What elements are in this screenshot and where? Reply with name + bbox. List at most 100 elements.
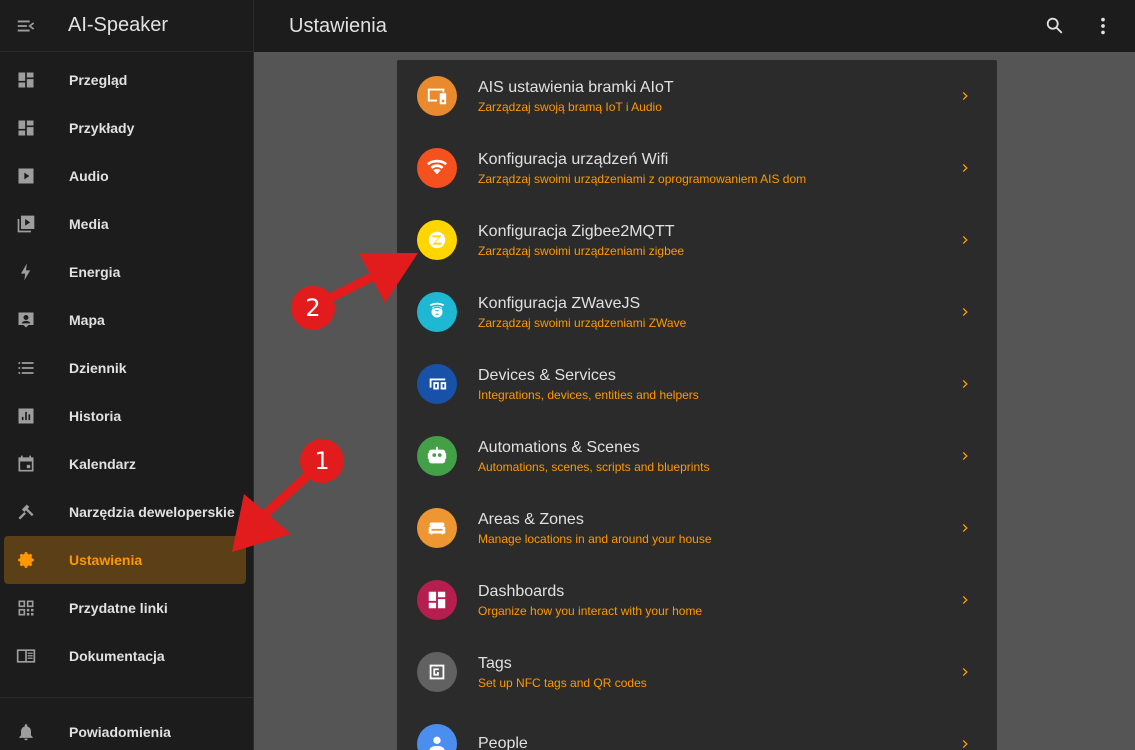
sidebar-item-energia[interactable]: Energia — [4, 248, 246, 296]
settings-item-areas[interactable]: Areas & Zones Manage locations in and ar… — [397, 492, 997, 564]
topbar-actions — [1037, 8, 1121, 44]
hammer-icon — [4, 502, 48, 522]
sidebar-item-mapa[interactable]: Mapa — [4, 296, 246, 344]
chevron-right-icon — [962, 380, 968, 388]
settings-item-subtitle: Integrations, devices, entities and help… — [478, 387, 699, 402]
sidebar-item-powiadomienia[interactable]: Powiadomienia — [4, 708, 246, 750]
top-app-bar: Ustawienia — [254, 0, 1135, 52]
annotation-marker-1: 1 — [300, 439, 344, 483]
gear-icon — [4, 550, 48, 570]
sidebar-item-label: Przegląd — [69, 72, 128, 88]
settings-item-subtitle: Manage locations in and around your hous… — [478, 531, 712, 546]
zigbee-icon — [417, 220, 457, 260]
calendar-icon — [4, 454, 48, 474]
sidebar-item-historia[interactable]: Historia — [4, 392, 246, 440]
chart-box-icon — [4, 406, 48, 426]
settings-item-title: Konfiguracja urządzeń Wifi — [478, 150, 669, 168]
page-title: Ustawienia — [289, 14, 387, 37]
nfc-icon — [417, 652, 457, 692]
search-button[interactable] — [1037, 8, 1073, 44]
menu-collapse-icon — [17, 20, 35, 31]
search-icon — [1046, 17, 1063, 34]
sidebar-item-label: Audio — [69, 168, 109, 184]
sidebar-item-label: Dziennik — [69, 360, 127, 376]
sidebar-item-label: Narzędzia deweloperskie — [69, 504, 235, 520]
bell-icon — [4, 722, 48, 742]
settings-item-wifi[interactable]: Konfiguracja urządzeń Wifi Zarządzaj swo… — [397, 132, 997, 204]
settings-item-devices[interactable]: Devices & Services Integrations, devices… — [397, 348, 997, 420]
chevron-right-icon — [962, 524, 968, 532]
chevron-right-icon — [962, 596, 968, 604]
settings-item-title: People — [478, 734, 528, 750]
sidebar-item-label: Ustawienia — [69, 552, 143, 568]
sidebar-item-label: Mapa — [69, 312, 105, 328]
person-icon — [417, 724, 457, 750]
settings-item-subtitle: Organize how you interact with your home — [478, 603, 703, 618]
dashboard-icon — [4, 70, 48, 90]
qr-code-icon — [4, 598, 48, 618]
settings-item-title: Konfiguracja ZWaveJS — [478, 294, 641, 312]
settings-item-aiot[interactable]: AIS ustawienia bramki AIoT Zarządzaj swo… — [397, 60, 997, 132]
settings-item-zigbee[interactable]: Konfiguracja Zigbee2MQTT Zarządzaj swoim… — [397, 204, 997, 276]
chevron-right-icon — [962, 452, 968, 460]
dots-vertical-icon — [1101, 17, 1105, 35]
sidebar-item-label: Historia — [69, 408, 122, 424]
sidebar-item-label: Przydatne linki — [69, 600, 168, 616]
lightning-icon — [4, 262, 48, 282]
sidebar-item-label: Energia — [69, 264, 121, 280]
zwave-icon — [417, 292, 457, 332]
settings-item-subtitle: Set up NFC tags and QR codes — [478, 675, 647, 690]
sidebar-item-narzedzia[interactable]: Narzędzia deweloperskie — [4, 488, 246, 536]
play-box-icon — [4, 166, 48, 186]
devices-icon — [417, 364, 457, 404]
overflow-menu-button[interactable] — [1085, 8, 1121, 44]
chevron-right-icon — [962, 164, 968, 172]
wifi-icon — [417, 148, 457, 188]
settings-item-zwave[interactable]: Konfiguracja ZWaveJS Zarządzaj swoimi ur… — [397, 276, 997, 348]
settings-item-title: Tags — [478, 654, 512, 672]
settings-item-subtitle: Zarządzaj swoimi urządzeniami zigbee — [478, 243, 685, 258]
sidebar-item-label: Dokumentacja — [69, 648, 165, 664]
settings-item-title: Automations & Scenes — [478, 438, 640, 456]
book-icon — [4, 646, 48, 666]
sidebar-item-ustawienia[interactable]: Ustawienia — [4, 536, 246, 584]
settings-item-title: Areas & Zones — [478, 510, 584, 528]
map-person-icon — [4, 310, 48, 330]
sidebar-nav: Przegląd Przykłady Audio Media Energia M… — [0, 52, 253, 680]
chevron-right-icon — [962, 308, 968, 316]
settings-item-people[interactable]: People — [397, 708, 997, 750]
settings-item-title: AIS ustawienia bramki AIoT — [478, 78, 674, 96]
robot-icon — [417, 436, 457, 476]
gateway-icon — [417, 76, 457, 116]
settings-item-automations[interactable]: Automations & Scenes Automations, scenes… — [397, 420, 997, 492]
list-icon — [4, 358, 48, 378]
sidebar-item-przeglad[interactable]: Przegląd — [4, 56, 246, 104]
sidebar-item-label: Media — [69, 216, 109, 232]
sidebar: AI-Speaker Przegląd Przykłady Audio Medi… — [0, 0, 254, 750]
sidebar-item-label: Kalendarz — [69, 456, 136, 472]
sidebar-item-label: Powiadomienia — [69, 724, 171, 740]
settings-item-subtitle: Zarządzaj swoimi urządzeniami ZWave — [478, 315, 687, 330]
settings-item-subtitle: Automations, scenes, scripts and bluepri… — [478, 459, 710, 474]
dashboard-icon — [4, 118, 48, 138]
settings-item-title: Devices & Services — [478, 366, 616, 384]
sidebar-item-audio[interactable]: Audio — [4, 152, 246, 200]
chevron-right-icon — [962, 92, 968, 100]
settings-item-dashboards[interactable]: Dashboards Organize how you interact wit… — [397, 564, 997, 636]
settings-item-tags[interactable]: Tags Set up NFC tags and QR codes — [397, 636, 997, 708]
sidebar-item-dokumentacja[interactable]: Dokumentacja — [4, 632, 246, 680]
menu-collapse-button[interactable] — [0, 0, 52, 52]
main-content: AIS ustawienia bramki AIoT Zarządzaj swo… — [254, 52, 1135, 750]
sidebar-item-dziennik[interactable]: Dziennik — [4, 344, 246, 392]
annotation-marker-2: 2 — [291, 286, 335, 330]
settings-item-subtitle: Zarządzaj swoją bramą IoT i Audio — [478, 99, 662, 114]
sofa-icon — [417, 508, 457, 548]
media-library-icon — [4, 214, 48, 234]
sidebar-item-przyklady[interactable]: Przykłady — [4, 104, 246, 152]
sidebar-divider — [0, 697, 254, 698]
sidebar-item-kalendarz[interactable]: Kalendarz — [4, 440, 246, 488]
sidebar-item-przydatne-linki[interactable]: Przydatne linki — [4, 584, 246, 632]
sidebar-item-media[interactable]: Media — [4, 200, 246, 248]
settings-item-title: Dashboards — [478, 582, 565, 600]
chevron-right-icon — [962, 740, 968, 748]
